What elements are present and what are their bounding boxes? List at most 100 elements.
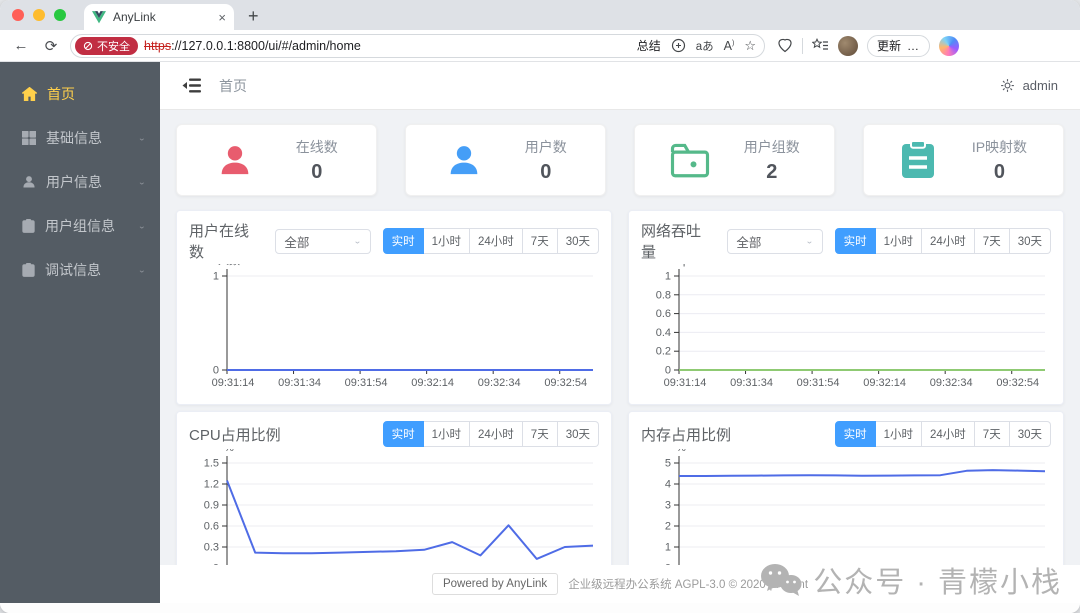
not-secure-icon [83,41,93,50]
time-button-realtime[interactable]: 实时 [834,421,876,447]
home-icon [22,87,37,101]
svg-text:0.3: 0.3 [204,542,219,554]
user-menu[interactable]: admin [1000,78,1058,93]
browser-window: AnyLink × + ← ⟳ 不安全 https://127.0.0.1:88… [0,0,1080,613]
window-bottom-edge [0,603,1080,613]
time-button-realtime[interactable]: 实时 [382,421,424,447]
time-range-buttons: 实时 1小时 24小时 7天 30天 [382,421,599,447]
svg-text:0.2: 0.2 [656,346,671,358]
svg-text:09:31:54: 09:31:54 [345,377,388,389]
panel-title: 网络吞吐量 [641,223,702,261]
time-button-7d[interactable]: 7天 [522,228,558,254]
svg-text:%: % [224,449,234,454]
update-button[interactable]: 更新 … [867,34,931,57]
collections-icon[interactable] [812,38,829,53]
collapse-menu-icon[interactable] [182,78,201,93]
sidebar-item-label: 基础信息 [46,130,102,146]
svg-text:09:31:34: 09:31:34 [730,377,773,389]
favorite-star-icon[interactable]: ☆ [744,38,756,54]
chevron-down-icon: ⌄ [353,236,362,246]
time-button-1h[interactable]: 1小时 [875,421,922,447]
time-button-30d[interactable]: 30天 [1009,228,1051,254]
url-scheme: https [144,38,172,53]
sidebar-item-label: 首页 [47,86,75,102]
summarize-button[interactable]: 总结 [637,37,661,54]
time-button-realtime[interactable]: 实时 [834,228,876,254]
toolbar-right: 更新 … [777,34,960,57]
sidebar-item-home[interactable]: 首页 [0,72,160,116]
svg-text:1: 1 [213,271,219,283]
browser-menu-icon[interactable]: … [907,39,920,53]
breadcrumb[interactable]: 首页 [219,76,247,96]
time-button-24h[interactable]: 24小时 [922,228,975,254]
close-window-button[interactable] [12,9,24,21]
svg-text:0: 0 [665,365,671,377]
address-bar[interactable]: 不安全 https://127.0.0.1:8800/ui/#/admin/ho… [70,33,765,58]
sidebar-item-basic-info[interactable]: 基础信息 ⌄ [0,116,160,160]
stat-label: 用户组数 [743,138,800,155]
security-badge[interactable]: 不安全 [75,36,138,55]
browser-tab[interactable]: AnyLink × [84,4,234,30]
svg-text:09:31:14: 09:31:14 [212,377,255,389]
svg-text:3: 3 [665,500,671,512]
svg-text:09:32:14: 09:32:14 [411,377,454,389]
time-button-realtime[interactable]: 实时 [382,228,424,254]
gear-icon[interactable] [1000,78,1015,93]
update-label: 更新 [877,39,902,53]
new-tab-button[interactable]: + [248,6,259,27]
translate-icon[interactable]: aあ [696,38,714,54]
time-button-1h[interactable]: 1小时 [423,228,470,254]
toolbar-divider [802,37,803,54]
username[interactable]: admin [1023,78,1058,93]
maximize-window-button[interactable] [54,9,66,21]
svg-text:1.2: 1.2 [204,479,219,491]
time-button-30d[interactable]: 30天 [1009,421,1051,447]
scope-select[interactable]: 全部 ⌄ [275,228,371,254]
stat-label: 在线数 [295,138,338,155]
sidebar-item-group-info[interactable]: 用户组信息 ⌄ [0,204,160,248]
time-button-30d[interactable]: 30天 [557,228,599,254]
sidebar-item-debug-info[interactable]: 调试信息 ⌄ [0,248,160,292]
svg-text:2: 2 [665,521,671,533]
time-range-buttons: 实时 1小时 24小时 7天 30天 [834,421,1051,447]
back-icon[interactable]: ← [10,37,32,54]
memory-chart: 012345% [641,442,1051,584]
clipboard-icon [901,140,934,178]
time-button-7d[interactable]: 7天 [522,421,558,447]
user-icon [221,146,249,175]
time-button-1h[interactable]: 1小时 [423,421,470,447]
chevron-down-icon: ⌄ [137,265,146,275]
svg-text:5: 5 [665,458,671,470]
sidebar-item-label: 调试信息 [45,262,101,278]
copilot-icon[interactable] [939,35,960,56]
time-button-24h[interactable]: 24小时 [470,228,523,254]
footer-info: 企业级远程办公系统 AGPL-3.0 © 2020-present [568,579,809,591]
scope-select-value: 全部 [736,235,762,250]
chevron-down-icon: ⌄ [137,177,146,187]
time-button-30d[interactable]: 30天 [557,421,599,447]
time-button-24h[interactable]: 24小时 [922,421,975,447]
time-button-1h[interactable]: 1小时 [875,228,922,254]
tab-close-icon[interactable]: × [218,10,226,25]
profile-avatar[interactable] [838,35,858,56]
chevron-down-icon: ⌄ [137,221,146,231]
stat-label: 用户数 [524,138,567,155]
scope-select[interactable]: 全部 ⌄ [727,228,823,254]
time-button-7d[interactable]: 7天 [974,421,1010,447]
url-rest: ://127.0.0.1:8800/ui/#/admin/home [171,38,361,53]
panel-title: 用户在线数 [189,223,250,261]
read-aloud-icon[interactable]: A) [724,39,735,53]
minimize-window-button[interactable] [33,9,45,21]
svg-text:1.5: 1.5 [204,458,219,470]
clipboard-icon [22,263,35,277]
reload-icon[interactable]: ⟳ [40,37,62,55]
summarize-icon[interactable] [671,38,686,53]
security-badge-label: 不安全 [97,40,130,53]
sidebar-item-user-info[interactable]: 用户信息 ⌄ [0,160,160,204]
time-button-24h[interactable]: 24小时 [470,421,523,447]
svg-text:09:32:34: 09:32:34 [930,377,973,389]
scope-select-value: 全部 [284,235,310,250]
svg-text:0: 0 [213,365,219,377]
browser-essentials-icon[interactable] [777,38,793,54]
time-button-7d[interactable]: 7天 [974,228,1010,254]
